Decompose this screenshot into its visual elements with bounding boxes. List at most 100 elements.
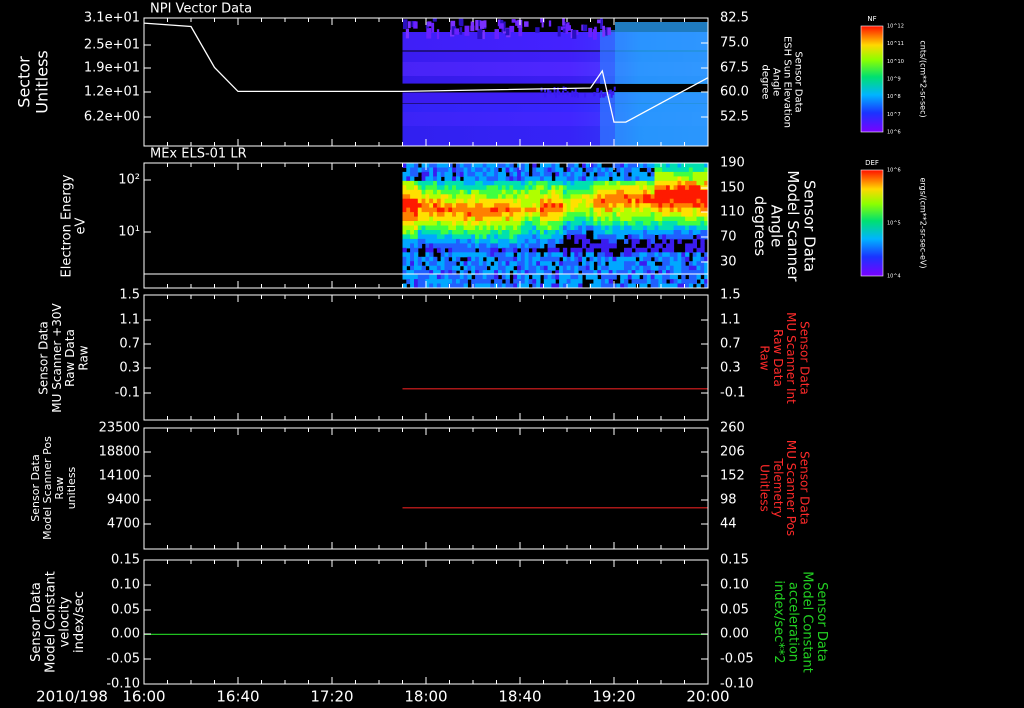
els-cell	[593, 176, 597, 181]
npi-speckle	[475, 20, 478, 30]
y2-tick-label: 98	[720, 493, 737, 508]
els-cell	[471, 234, 475, 239]
els-cell	[655, 243, 659, 248]
els-cell	[441, 208, 445, 213]
els-cell	[586, 217, 590, 222]
els-cell	[551, 275, 555, 280]
els-cell	[574, 217, 578, 222]
els-cell	[639, 266, 643, 271]
y-tick-label: 9400	[107, 493, 140, 508]
els-cell	[494, 234, 498, 239]
els-cell	[613, 190, 617, 195]
els-cell	[578, 234, 582, 239]
els-cell	[578, 230, 582, 235]
els-cell	[605, 190, 609, 195]
els-cell	[544, 199, 548, 204]
els-cell	[586, 163, 590, 168]
y-axis-label: Raw	[53, 476, 66, 499]
els-cell	[551, 217, 555, 222]
els-cell	[433, 279, 437, 284]
els-cell	[509, 194, 513, 199]
els-cell	[574, 181, 578, 186]
els-cell	[494, 194, 498, 199]
els-cell	[437, 176, 441, 181]
els-cell	[689, 185, 693, 190]
els-cell	[525, 172, 529, 177]
els-cell	[464, 208, 468, 213]
els-cell	[681, 203, 685, 208]
els-cell	[532, 252, 536, 257]
els-cell	[467, 266, 471, 271]
els-cell	[578, 212, 582, 217]
els-cell	[536, 190, 540, 195]
els-cell	[406, 239, 410, 244]
npi-speckle	[571, 91, 573, 95]
els-cell	[658, 190, 662, 195]
els-cell	[471, 243, 475, 248]
els-cell	[662, 257, 666, 262]
els-cell	[498, 221, 502, 226]
els-cell	[525, 208, 529, 213]
els-cell	[666, 257, 670, 262]
els-cell	[697, 257, 701, 262]
els-cell	[693, 212, 697, 217]
colorbar	[861, 26, 883, 132]
els-cell	[437, 279, 441, 284]
els-cell	[441, 239, 445, 244]
els-cell	[563, 221, 567, 226]
els-cell	[658, 230, 662, 235]
els-cell	[548, 257, 552, 262]
els-cell	[479, 261, 483, 266]
els-cell	[670, 275, 674, 280]
els-cell	[532, 243, 536, 248]
npi-speckle	[604, 92, 606, 96]
els-cell	[525, 234, 529, 239]
els-cell	[635, 234, 639, 239]
els-cell	[567, 279, 571, 284]
els-cell	[643, 212, 647, 217]
els-cell	[410, 181, 414, 186]
els-cell	[563, 279, 567, 284]
els-cell	[678, 172, 682, 177]
els-cell	[551, 168, 555, 173]
els-cell	[441, 243, 445, 248]
els-cell	[582, 239, 586, 244]
els-cell	[406, 208, 410, 213]
els-cell	[410, 261, 414, 266]
y-axis-label: Sector	[15, 56, 34, 108]
els-cell	[475, 266, 479, 271]
els-cell	[555, 199, 559, 204]
els-cell	[532, 168, 536, 173]
els-cell	[632, 221, 636, 226]
els-cell	[605, 185, 609, 190]
els-cell	[471, 257, 475, 262]
els-cell	[521, 239, 525, 244]
els-cell	[624, 279, 628, 284]
els-cell	[567, 208, 571, 213]
els-cell	[605, 243, 609, 248]
els-cell	[498, 261, 502, 266]
els-cell	[540, 230, 544, 235]
y-axis-label: velocity	[58, 596, 73, 647]
els-cell	[643, 203, 647, 208]
els-cell	[678, 212, 682, 217]
els-cell	[574, 163, 578, 168]
els-cell	[467, 168, 471, 173]
els-cell	[551, 212, 555, 217]
els-cell	[674, 185, 678, 190]
els-cell	[456, 172, 460, 177]
els-cell	[620, 199, 624, 204]
els-cell	[483, 226, 487, 231]
els-cell	[571, 203, 575, 208]
els-cell	[670, 226, 674, 231]
els-cell	[452, 212, 456, 217]
els-cell	[693, 230, 697, 235]
els-cell	[593, 230, 597, 235]
els-cell	[452, 261, 456, 266]
els-cell	[410, 176, 414, 181]
npi-speckle	[518, 27, 522, 36]
els-cell	[655, 275, 659, 280]
els-cell	[414, 243, 418, 248]
els-cell	[571, 163, 575, 168]
els-cell	[670, 199, 674, 204]
